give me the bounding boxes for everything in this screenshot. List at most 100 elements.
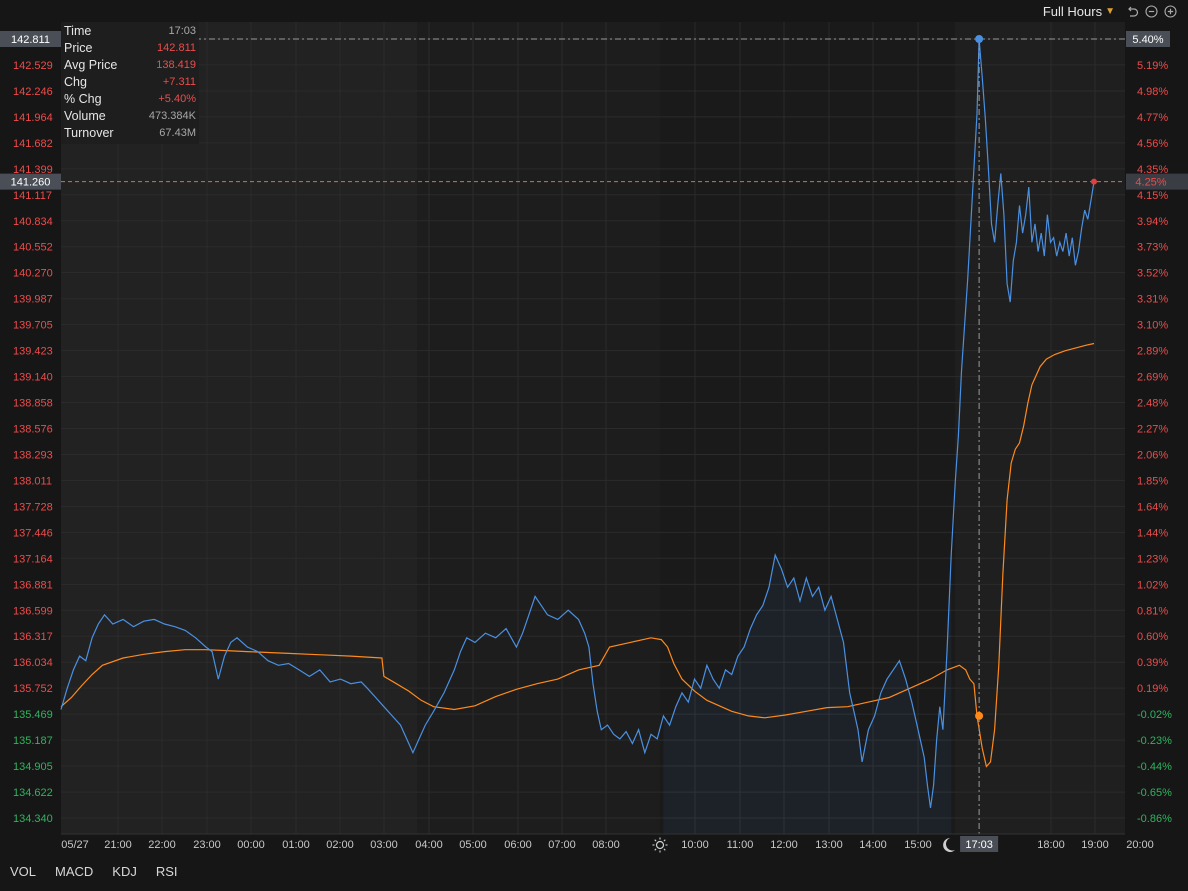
y-left-tick-label: 134.622 xyxy=(13,787,53,799)
x-tick-label: 19:00 xyxy=(1081,839,1109,851)
y-right-tick-label: 1.44% xyxy=(1137,527,1168,539)
y-left-tick-label: 136.881 xyxy=(13,579,53,591)
info-label: Time xyxy=(64,24,92,38)
crosshair-price-tag: 142.811 xyxy=(0,31,61,47)
info-value: 473.384K xyxy=(148,110,196,122)
y-left-tick-label: 140.834 xyxy=(13,216,53,228)
y-right-tick-label: 4.98% xyxy=(1137,86,1168,98)
tab-rsi[interactable]: RSI xyxy=(146,862,187,884)
x-tick-label: 01:00 xyxy=(282,839,310,851)
x-tick-label: 20:00 xyxy=(1126,839,1154,851)
x-tick-label: 04:00 xyxy=(415,839,443,851)
y-left-tick-label: 136.317 xyxy=(13,631,53,643)
crosshair-info-panel: Time 17:03 Price 142.811 Avg Price 138.4… xyxy=(61,22,199,144)
y-right-tick-label: 5.19% xyxy=(1137,60,1168,72)
moon-icon xyxy=(943,838,955,852)
x-tick-label: 10:00 xyxy=(681,839,709,851)
y-right-tick-label: 3.52% xyxy=(1137,268,1168,280)
x-tick-label: 13:00 xyxy=(815,839,843,851)
y-right-tick-label: -0.44% xyxy=(1137,761,1172,773)
info-value: 138.419 xyxy=(156,59,196,71)
zoom-in-icon[interactable] xyxy=(1163,4,1178,19)
last-pct-tag: 4.25% xyxy=(1126,173,1188,190)
chevron-down-icon: ▼ xyxy=(1105,5,1115,17)
y-left-tick-label: 134.905 xyxy=(13,761,53,773)
y-left-tick-label: 141.117 xyxy=(13,190,52,202)
y-left-tick-label: 136.599 xyxy=(13,605,53,617)
x-tick-label: 07:00 xyxy=(548,839,576,851)
y-left-tick-label: 139.423 xyxy=(13,346,53,358)
info-label: Volume xyxy=(64,109,106,123)
info-row-avg-price: Avg Price 138.419 xyxy=(64,57,196,74)
y-right-tick-label: -0.02% xyxy=(1137,709,1172,721)
info-row-volume: Volume 473.384K xyxy=(64,108,196,125)
tab-macd[interactable]: MACD xyxy=(45,862,102,884)
undo-icon[interactable] xyxy=(1125,4,1140,19)
svg-text:17:03: 17:03 xyxy=(965,839,993,851)
y-right-tick-label: 0.39% xyxy=(1137,657,1168,669)
y-left-tick-label: 142.529 xyxy=(13,60,53,72)
y-right-tick-label: 3.31% xyxy=(1137,294,1168,306)
tab-kdj[interactable]: KDJ xyxy=(102,862,146,884)
y-right-tick-label: -0.65% xyxy=(1137,787,1172,799)
y-left-tick-label: 138.858 xyxy=(13,398,53,410)
y-right-tick-label: 1.02% xyxy=(1137,579,1168,591)
info-label: % Chg xyxy=(64,92,102,106)
y-left-tick-label: 139.705 xyxy=(13,320,53,332)
indicator-tabs: VOL MACD KDJ RSI xyxy=(0,862,187,884)
x-tick-label: 23:00 xyxy=(193,839,221,851)
y-left-tick-label: 139.140 xyxy=(13,372,53,384)
y-left-tick-label: 135.752 xyxy=(13,683,53,695)
x-tick-label: 02:00 xyxy=(326,839,354,851)
x-tick-label: 00:00 xyxy=(237,839,265,851)
info-value: +5.40% xyxy=(158,93,196,105)
x-tick-label: 08:00 xyxy=(592,839,620,851)
y-right-tick-label: 0.19% xyxy=(1137,683,1168,695)
info-value: +7.311 xyxy=(162,76,196,88)
x-tick-label: 05:00 xyxy=(459,839,487,851)
y-right-tick-label: 2.69% xyxy=(1137,372,1168,384)
session-selector[interactable]: Full Hours ▼ xyxy=(1043,4,1115,19)
y-left-tick-label: 141.682 xyxy=(13,138,53,150)
info-value: 17:03 xyxy=(168,25,196,37)
info-value: 142.811 xyxy=(157,42,196,54)
y-left-tick-label: 140.552 xyxy=(13,242,53,254)
y-right-tick-label: 4.77% xyxy=(1137,112,1168,124)
y-right-tick-label: 3.73% xyxy=(1137,242,1168,254)
y-left-tick-label: 134.340 xyxy=(13,813,53,825)
y-right-tick-label: 4.56% xyxy=(1137,138,1168,150)
y-left-tick-label: 140.270 xyxy=(13,268,53,280)
x-tick-label: 12:00 xyxy=(770,839,798,851)
crosshair-time-tag: 17:03 xyxy=(960,836,999,852)
y-right-tick-label: 3.10% xyxy=(1137,320,1168,332)
y-right-tick-label: 2.48% xyxy=(1137,398,1168,410)
y-right-tick-label: 3.94% xyxy=(1137,216,1168,228)
y-right-tick-label: 1.23% xyxy=(1137,553,1168,565)
y-right-tick-label: -0.23% xyxy=(1137,735,1172,747)
info-label: Chg xyxy=(64,75,87,89)
info-row-time: Time 17:03 xyxy=(64,23,196,40)
info-label: Turnover xyxy=(64,126,114,140)
y-left-tick-label: 137.164 xyxy=(13,553,53,565)
zoom-out-icon[interactable] xyxy=(1144,4,1159,19)
svg-text:4.25%: 4.25% xyxy=(1135,177,1166,189)
y-left-tick-label: 142.246 xyxy=(13,86,53,98)
y-right-tick-label: 1.64% xyxy=(1137,501,1168,513)
x-tick-label: 21:00 xyxy=(104,839,132,851)
info-row-turnover: Turnover 67.43M xyxy=(64,125,196,142)
tab-vol[interactable]: VOL xyxy=(0,862,45,884)
info-label: Avg Price xyxy=(64,58,118,72)
y-right-tick-label: 0.60% xyxy=(1137,631,1168,643)
svg-text:141.260: 141.260 xyxy=(11,177,51,189)
y-right-tick-label: 0.81% xyxy=(1137,605,1168,617)
y-left-tick-label: 139.987 xyxy=(13,294,53,306)
info-row-price: Price 142.811 xyxy=(64,40,196,57)
crosshair-pct-tag: 5.40% xyxy=(1126,31,1170,47)
x-tick-label: 05/27 xyxy=(61,839,89,851)
x-tick-label: 18:00 xyxy=(1037,839,1065,851)
crosshair-price-dot xyxy=(975,35,984,43)
chart-toolbar: Full Hours ▼ xyxy=(1043,2,1178,20)
x-tick-label: 03:00 xyxy=(370,839,398,851)
y-right-tick-label: 4.15% xyxy=(1137,190,1168,202)
y-left-tick-label: 141.964 xyxy=(13,112,53,124)
